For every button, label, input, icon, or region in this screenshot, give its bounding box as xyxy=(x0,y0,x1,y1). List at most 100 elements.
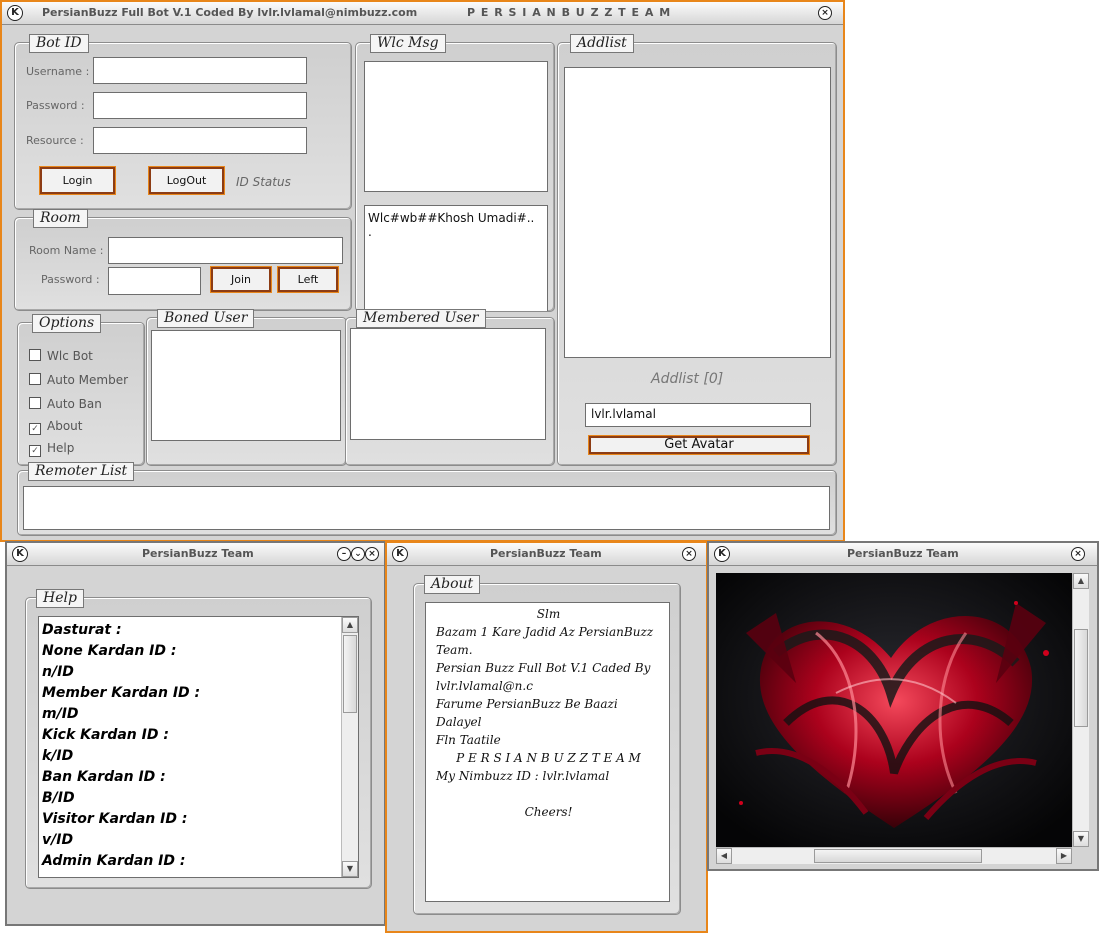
room-password-input[interactable] xyxy=(108,267,201,295)
left-button[interactable]: Left xyxy=(277,266,339,293)
help-titlebar[interactable]: K PersianBuzz Team – ⌄ × xyxy=(7,543,384,566)
wlc-msg-title: Wlc Msg xyxy=(370,34,446,53)
about-line: Persian Buzz Full Bot V.1 Caded By xyxy=(436,661,651,675)
help-line: Admin Kardan ID : xyxy=(42,853,186,869)
close-icon[interactable]: × xyxy=(818,6,832,20)
help-line: m/ID xyxy=(42,706,79,722)
wlc-msg-preview[interactable] xyxy=(364,61,548,192)
scroll-left-icon[interactable]: ◀ xyxy=(716,848,732,864)
about-line: Slm xyxy=(536,607,561,621)
membered-user-list[interactable] xyxy=(350,328,546,440)
main-title-team: P E R S I A N B U Z Z T E A M xyxy=(467,6,672,19)
about-textbox[interactable]: Slm Bazam 1 Kare Jadid Az PersianBuzz Te… xyxy=(425,602,670,902)
username-input[interactable] xyxy=(93,57,307,84)
wlc-msg-template-input[interactable]: Wlc#wb##Khosh Umadi#.. . xyxy=(364,205,548,311)
help-textbox[interactable]: Dasturat : None Kardan ID : n/ID Member … xyxy=(38,616,359,878)
about-label: About xyxy=(47,419,83,433)
close-icon[interactable]: × xyxy=(1071,547,1085,561)
help-scroll-thumb[interactable] xyxy=(343,635,357,713)
main-window: K PersianBuzz Full Bot V.1 Coded By lvlr… xyxy=(0,0,845,542)
help-vertical-scrollbar[interactable]: ▲ ▼ xyxy=(341,617,358,877)
room-name-input[interactable] xyxy=(108,237,343,264)
main-titlebar[interactable]: K PersianBuzz Full Bot V.1 Coded By lvlr… xyxy=(2,2,843,25)
resource-input[interactable] xyxy=(93,127,307,154)
help-text-lines: Dasturat : None Kardan ID : n/ID Member … xyxy=(42,620,200,872)
help-line: k/ID xyxy=(42,748,74,764)
auto-ban-checkbox[interactable]: Auto Ban xyxy=(29,397,102,411)
image-vertical-scrollbar[interactable]: ▲ ▼ xyxy=(1072,573,1089,847)
options-group: Options Wlc Bot Auto Member Auto Ban ✓ Ab… xyxy=(17,314,145,466)
help-window-title: PersianBuzz Team xyxy=(142,547,254,560)
scroll-right-icon[interactable]: ▶ xyxy=(1056,848,1072,864)
help-group-title: Help xyxy=(36,589,84,608)
room-password-label: Password : xyxy=(41,273,100,286)
scroll-up-icon[interactable]: ▲ xyxy=(1073,573,1089,589)
auto-ban-label: Auto Ban xyxy=(47,397,102,411)
scroll-up-icon[interactable]: ▲ xyxy=(342,617,358,633)
wlc-bot-checkbox[interactable]: Wlc Bot xyxy=(29,349,93,363)
image-hscroll-thumb[interactable] xyxy=(814,849,982,863)
wlc-msg-template-line: Wlc#wb##Khosh Umadi#.. xyxy=(368,211,535,225)
help-group: Help Dasturat : None Kardan ID : n/ID Me… xyxy=(25,589,372,889)
about-line: Bazam 1 Kare Jadid Az PersianBuzz xyxy=(436,625,654,639)
wlc-msg-group: Wlc Msg Wlc#wb##Khosh Umadi#.. . xyxy=(355,34,555,312)
help-line: Visitor Kardan ID : xyxy=(42,811,188,827)
image-vscroll-thumb[interactable] xyxy=(1074,629,1088,727)
about-titlebar[interactable]: K PersianBuzz Team × xyxy=(387,543,706,566)
join-button[interactable]: Join xyxy=(210,266,272,293)
about-checkbox[interactable]: ✓ About xyxy=(29,419,82,435)
auto-member-label: Auto Member xyxy=(47,373,129,387)
wlc-bot-check-icon xyxy=(29,349,41,361)
boned-user-list[interactable] xyxy=(151,330,341,441)
k-logo-icon: K xyxy=(7,5,23,21)
addlist-user-input[interactable]: lvlr.lvlamal xyxy=(585,403,811,427)
about-line: lvlr.lvlamal@n.c xyxy=(436,679,533,693)
help-line: B/ID xyxy=(42,790,75,806)
room-group: Room Room Name : Password : Join Left xyxy=(14,209,352,311)
room-name-label: Room Name : xyxy=(29,244,104,257)
remoter-list-title: Remoter List xyxy=(28,462,135,481)
scroll-down-icon[interactable]: ▼ xyxy=(342,861,358,877)
addlist-group: Addlist Addlist [0] lvlr.lvlamal Get Ava… xyxy=(557,34,837,466)
room-title: Room xyxy=(33,209,88,228)
login-button[interactable]: Login xyxy=(39,166,116,195)
password-label: Password : xyxy=(26,99,85,112)
about-line: Cheers! xyxy=(524,805,573,819)
image-titlebar[interactable]: K PersianBuzz Team × xyxy=(709,543,1097,566)
addlist-box[interactable] xyxy=(564,67,831,358)
help-line: Member Kardan ID : xyxy=(42,685,201,701)
about-line: P E R S I A N B U Z Z T E A M xyxy=(456,751,641,765)
bot-id-group: Bot ID Username : Password : Resource : … xyxy=(14,34,352,210)
auto-member-checkbox[interactable]: Auto Member xyxy=(29,373,128,387)
boned-user-title: Boned User xyxy=(157,309,255,328)
about-line: Team. xyxy=(436,643,473,657)
scroll-down-icon[interactable]: ▼ xyxy=(1073,831,1089,847)
help-label: Help xyxy=(47,441,75,455)
about-window-title: PersianBuzz Team xyxy=(490,547,602,560)
bot-id-title: Bot ID xyxy=(29,34,89,53)
auto-member-check-icon xyxy=(29,373,41,385)
help-line: None Kardan ID : xyxy=(42,643,177,659)
membered-user-title: Membered User xyxy=(356,309,486,328)
close-icon[interactable]: × xyxy=(365,547,379,561)
password-input[interactable] xyxy=(93,92,307,119)
help-checkbox[interactable]: ✓ Help xyxy=(29,441,74,457)
get-avatar-button[interactable]: Get Avatar xyxy=(588,435,810,455)
options-title: Options xyxy=(32,314,102,333)
logout-button[interactable]: LogOut xyxy=(148,166,225,195)
close-icon[interactable]: × xyxy=(682,547,696,561)
about-line xyxy=(436,785,661,803)
remoter-list-box[interactable] xyxy=(23,486,830,530)
restore-icon[interactable]: ⌄ xyxy=(351,547,365,561)
about-line: Fln Taatile xyxy=(436,733,501,747)
boned-user-group: Boned User xyxy=(146,309,347,466)
minimize-icon[interactable]: – xyxy=(337,547,351,561)
avatar-image-viewport xyxy=(716,573,1072,847)
about-group: About Slm Bazam 1 Kare Jadid Az PersianB… xyxy=(413,575,681,915)
help-line: v/ID xyxy=(42,832,74,848)
about-group-title: About xyxy=(424,575,481,594)
addlist-title: Addlist xyxy=(570,34,634,53)
id-status: ID Status xyxy=(236,175,291,189)
k-logo-icon: K xyxy=(714,546,730,562)
image-horizontal-scrollbar[interactable]: ◀ ▶ xyxy=(716,847,1072,864)
